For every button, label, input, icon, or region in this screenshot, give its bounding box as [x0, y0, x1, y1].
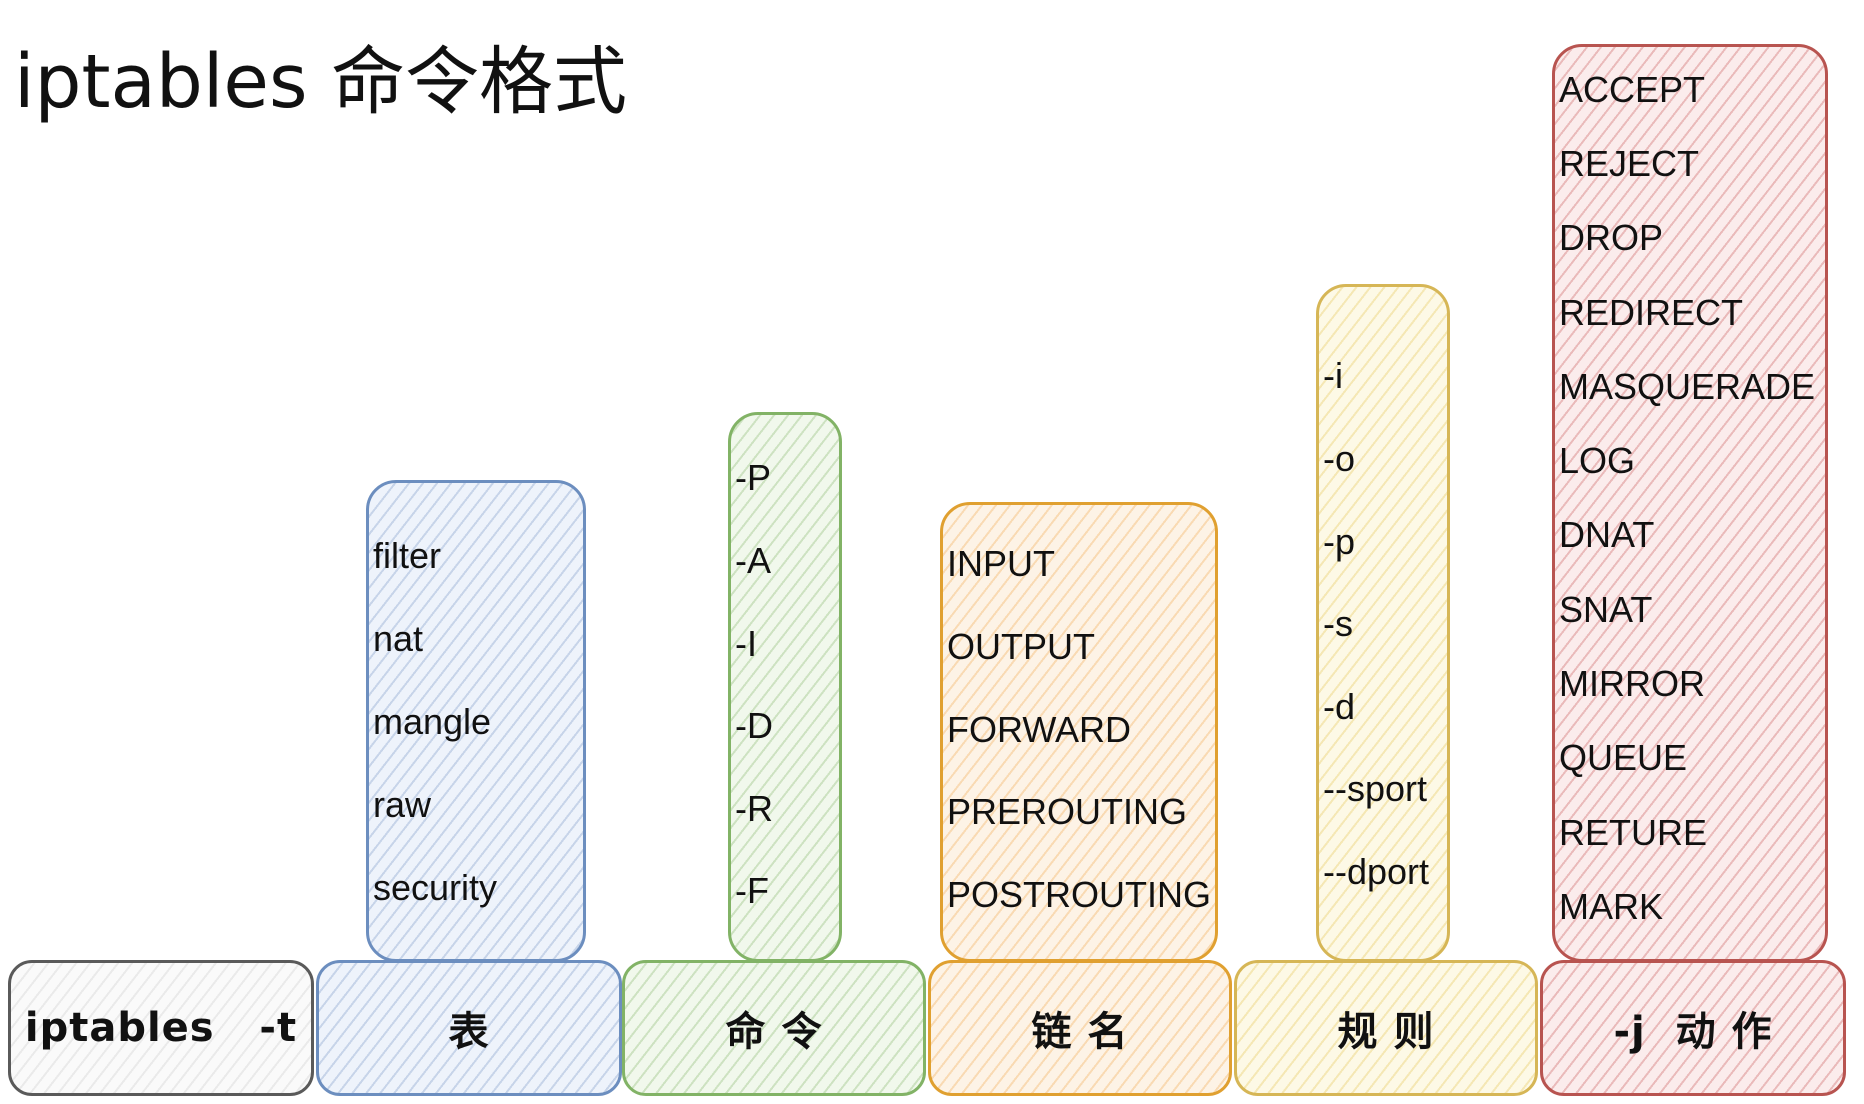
command-option: -I — [735, 623, 757, 664]
base-action: -j 动 作 — [1540, 960, 1846, 1096]
action-option: DROP — [1559, 217, 1664, 258]
actions-column: ACCEPT REJECT DROP REDIRECT MASQUERADE L… — [1552, 44, 1828, 962]
action-option: ACCEPT — [1559, 69, 1706, 110]
rule-option: --sport — [1323, 768, 1428, 809]
action-option: SNAT — [1559, 589, 1653, 630]
command-option: -F — [735, 870, 769, 911]
chain-option: PREROUTING — [947, 791, 1188, 832]
base-chain: 链 名 — [928, 960, 1232, 1096]
base-table: 表 — [316, 960, 622, 1096]
chain-option: OUTPUT — [947, 626, 1095, 667]
base-iptables-cmd: iptables -t — [8, 960, 314, 1096]
rule-option: -p — [1323, 521, 1356, 562]
command-option: -D — [735, 705, 773, 746]
action-option: QUEUE — [1559, 737, 1688, 778]
table-option: raw — [373, 784, 432, 825]
rule-option: -i — [1323, 355, 1343, 396]
chain-option: INPUT — [947, 543, 1055, 584]
commands-column: -P -A -I -D -R -F — [728, 412, 842, 962]
base-command: 命 令 — [622, 960, 926, 1096]
base-rule: 规 则 — [1234, 960, 1538, 1096]
action-option: REJECT — [1559, 143, 1700, 184]
rule-option: -d — [1323, 686, 1356, 727]
chains-column: INPUT OUTPUT FORWARD PREROUTING POSTROUT… — [940, 502, 1218, 962]
command-option: -P — [735, 457, 771, 498]
action-option: DNAT — [1559, 514, 1655, 555]
rule-option: --dport — [1323, 851, 1430, 892]
command-option: -R — [735, 788, 773, 829]
action-option: MARK — [1559, 886, 1664, 927]
rules-column: -i -o -p -s -d --sport --dport — [1316, 284, 1450, 962]
table-option: filter — [373, 535, 442, 576]
chain-option: POSTROUTING — [947, 874, 1212, 915]
table-option: nat — [373, 618, 424, 659]
tables-column: filter nat mangle raw security — [366, 480, 586, 962]
table-option: mangle — [373, 701, 492, 742]
action-option: LOG — [1559, 440, 1636, 481]
rule-option: -o — [1323, 438, 1356, 479]
rule-option: -s — [1323, 603, 1353, 644]
action-option: MIRROR — [1559, 663, 1705, 704]
table-option: security — [373, 867, 498, 908]
action-option: MASQUERADE — [1559, 366, 1816, 407]
command-option: -A — [735, 540, 771, 581]
action-option: RETURE — [1559, 812, 1708, 853]
action-option: REDIRECT — [1559, 292, 1744, 333]
chain-option: FORWARD — [947, 709, 1131, 750]
diagram-title: iptables 命令格式 — [14, 39, 628, 125]
